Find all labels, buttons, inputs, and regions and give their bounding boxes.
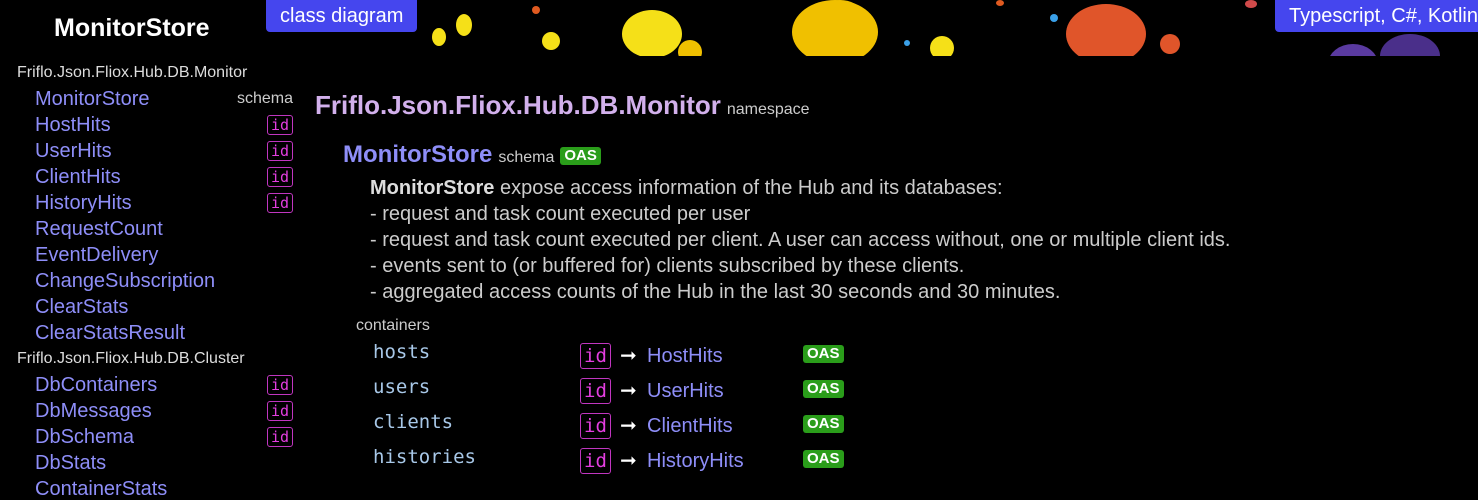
- container-id-badge: id: [580, 413, 611, 439]
- app-title: MonitorStore: [54, 14, 210, 42]
- sidebar-item: ContainerStats: [0, 476, 300, 500]
- container-type-link[interactable]: HostHits: [647, 345, 723, 368]
- sidebar-type-link[interactable]: ChangeSubscription: [35, 270, 215, 292]
- container-name: histories: [373, 446, 476, 468]
- sidebar-type-link[interactable]: DbStats: [35, 452, 106, 474]
- container-name: clients: [373, 411, 454, 433]
- sidebar: Friflo.Json.Fliox.Hub.DB.Monitor MonitorS…: [0, 60, 300, 500]
- sidebar-type-link[interactable]: ClearStatsResult: [35, 322, 185, 344]
- sidebar-namespace-heading: Friflo.Json.Fliox.Hub.DB.Monitor: [17, 64, 248, 81]
- container-row: hosts id ➞ HostHits OAS: [373, 339, 1465, 374]
- container-id-badge: id: [580, 343, 611, 369]
- containers-table: hosts id ➞ HostHits OAS users id ➞ UserHits OAS cl…: [373, 339, 1465, 479]
- description-lead: expose access information of the Hub and…: [494, 177, 1003, 199]
- oas-badge[interactable]: OAS: [560, 147, 601, 165]
- sidebar-item: DbSchema id: [0, 424, 300, 450]
- sidebar-type-link[interactable]: ClientHits: [35, 166, 121, 188]
- sidebar-type-link[interactable]: HostHits: [35, 114, 111, 136]
- container-row: histories id ➞ HistoryHits OAS: [373, 444, 1465, 479]
- sidebar-item: RequestCount: [0, 216, 300, 242]
- sidebar-item: EventDelivery: [0, 242, 300, 268]
- container-type-link[interactable]: HistoryHits: [647, 450, 744, 473]
- sidebar-type-link[interactable]: EventDelivery: [35, 244, 158, 266]
- sidebar-item: UserHits id: [0, 138, 300, 164]
- sidebar-item: HistoryHits id: [0, 190, 300, 216]
- container-row: clients id ➞ ClientHits OAS: [373, 409, 1465, 444]
- sidebar-type-list: DbContainers id DbMessages id DbSchema id DbSt…: [0, 372, 300, 500]
- container-id-badge: id: [580, 378, 611, 404]
- sidebar-item: MonitorStore schema: [0, 86, 300, 112]
- sidebar-type-link[interactable]: DbSchema: [35, 426, 134, 448]
- sidebar-type-link[interactable]: UserHits: [35, 140, 112, 162]
- container-id-badge: id: [580, 448, 611, 474]
- sidebar-id-badge: id: [266, 141, 293, 161]
- sidebar-id-badge: id: [266, 193, 293, 213]
- sidebar-type-link[interactable]: DbContainers: [35, 374, 157, 396]
- sidebar-item: DbMessages id: [0, 398, 300, 424]
- container-name: users: [373, 376, 431, 398]
- main-content: Friflo.Json.Fliox.Hub.DB.Monitor namespac…: [315, 90, 1465, 479]
- sidebar-item: ClearStatsResult: [0, 320, 300, 346]
- sidebar-type-link[interactable]: MonitorStore: [35, 88, 150, 110]
- namespace-kind: namespace: [726, 101, 810, 118]
- arrow-icon: ➞: [620, 415, 637, 437]
- sidebar-item: ChangeSubscription: [0, 268, 300, 294]
- namespace-title: Friflo.Json.Fliox.Hub.DB.Monitor: [315, 90, 721, 120]
- languages-button[interactable]: Typescript, C#, Kotlin: [1275, 0, 1478, 32]
- description-lead-line: MonitorStore expose access information o…: [370, 175, 1465, 201]
- sidebar-item: ClearStats: [0, 294, 300, 320]
- namespace-heading: Friflo.Json.Fliox.Hub.DB.Monitor namespac…: [315, 90, 1465, 121]
- schema-description: MonitorStore expose access information o…: [370, 175, 1465, 305]
- arrow-icon: ➞: [620, 345, 637, 367]
- description-line: - request and task count executed per us…: [370, 203, 751, 225]
- schema-kind: schema: [498, 149, 555, 166]
- sidebar-type-link[interactable]: DbMessages: [35, 400, 152, 422]
- description-subject: MonitorStore: [370, 177, 495, 199]
- sidebar-id-badge: id: [266, 115, 293, 135]
- sidebar-type-link[interactable]: ContainerStats: [35, 478, 167, 500]
- arrow-icon: ➞: [620, 450, 637, 472]
- sidebar-type-link[interactable]: RequestCount: [35, 218, 163, 240]
- container-oas-badge[interactable]: OAS: [803, 380, 844, 398]
- sidebar-id-badge: id: [266, 167, 293, 187]
- sidebar-id-badge: id: [266, 427, 293, 447]
- sidebar-type-link[interactable]: HistoryHits: [35, 192, 132, 214]
- sidebar-schema-tag: schema: [236, 90, 293, 107]
- container-name: hosts: [373, 341, 431, 363]
- description-line: - events sent to (or buffered for) clien…: [370, 255, 965, 277]
- container-oas-badge[interactable]: OAS: [803, 415, 844, 433]
- schema-heading: MonitorStore schema OAS: [343, 141, 1465, 169]
- description-line: - aggregated access counts of the Hub in…: [370, 281, 1061, 303]
- containers-label: containers: [356, 317, 430, 334]
- sidebar-item: HostHits id: [0, 112, 300, 138]
- sidebar-item: DbContainers id: [0, 372, 300, 398]
- container-oas-badge[interactable]: OAS: [803, 345, 844, 363]
- sidebar-item: DbStats: [0, 450, 300, 476]
- container-type-link[interactable]: UserHits: [647, 380, 724, 403]
- schema-title[interactable]: MonitorStore: [343, 141, 492, 168]
- container-row: users id ➞ UserHits OAS: [373, 374, 1465, 409]
- arrow-icon: ➞: [620, 380, 637, 402]
- sidebar-id-badge: id: [266, 401, 293, 421]
- container-oas-badge[interactable]: OAS: [803, 450, 844, 468]
- sidebar-type-list: MonitorStore schema HostHits id UserHits id Cl…: [0, 86, 300, 346]
- sidebar-id-badge: id: [266, 375, 293, 395]
- sidebar-type-link[interactable]: ClearStats: [35, 296, 128, 318]
- sidebar-item: ClientHits id: [0, 164, 300, 190]
- class-diagram-button[interactable]: class diagram: [266, 0, 418, 32]
- container-type-link[interactable]: ClientHits: [647, 415, 733, 438]
- description-line: - request and task count executed per cl…: [370, 229, 1231, 251]
- sidebar-namespace-heading: Friflo.Json.Fliox.Hub.DB.Cluster: [17, 350, 245, 367]
